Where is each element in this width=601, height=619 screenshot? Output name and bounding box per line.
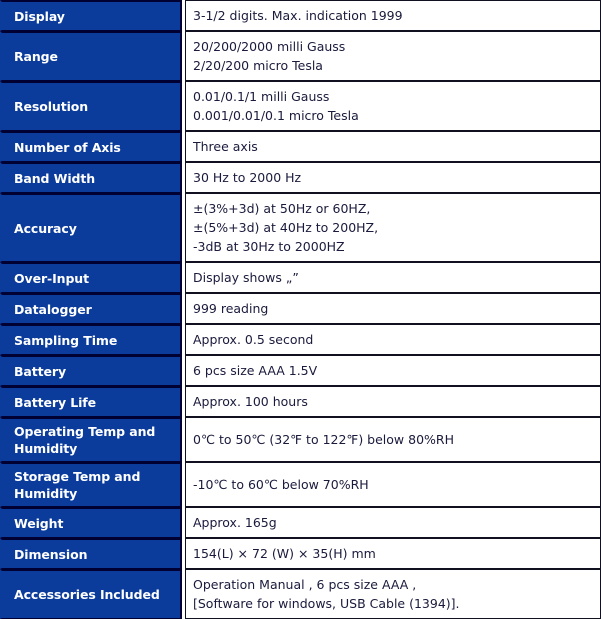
spec-value-cell: Approx. 165g (185, 507, 601, 538)
spec-value-line: 3-1/2 digits. Max. indication 1999 (193, 8, 403, 23)
spec-value-cell: 30 Hz to 2000 Hz (185, 162, 601, 193)
spec-value-line: 0.01/0.1/1 milli Gauss (193, 89, 330, 104)
spec-value-line: Display shows „” (193, 270, 299, 285)
spec-value-line: 30 Hz to 2000 Hz (193, 170, 302, 185)
spec-value-cell: Three axis (185, 131, 601, 162)
spec-row: Weight Approx. 165g (0, 507, 601, 538)
spec-value-line: 0.001/0.01/0.1 micro Tesla (193, 108, 359, 123)
spec-value-line: Three axis (193, 139, 258, 154)
spec-row: Display 3-1/2 digits. Max. indication 199… (0, 0, 601, 31)
spec-row: Resolution 0.01/0.1/1 milli Gauss 0.001/0.… (0, 81, 601, 131)
spec-label-cell: Weight (0, 507, 182, 538)
spec-row: Accessories Included Operation Manual , 6… (0, 569, 601, 619)
spec-label-cell: Dimension (0, 538, 182, 569)
spec-value-line: ±(3%+3d) at 50Hz or 60HZ, (193, 201, 371, 216)
spec-value-line: -10℃ to 60℃ below 70%RH (193, 477, 369, 492)
spec-row: Battery 6 pcs size AAA 1.5V (0, 355, 601, 386)
spec-label-cell: Battery (0, 355, 182, 386)
spec-value-cell: 3-1/2 digits. Max. indication 1999 (185, 0, 601, 31)
spec-row: Storage Temp and Humidity -10℃ to 60℃ bel… (0, 462, 601, 507)
spec-value-cell: Display shows „” (185, 262, 601, 293)
specifications-table: Display 3-1/2 digits. Max. indication 199… (0, 0, 601, 619)
spec-row: Sampling Time Approx. 0.5 second (0, 324, 601, 355)
spec-value-cell: ±(3%+3d) at 50Hz or 60HZ, ±(5%+3d) at 40H… (185, 193, 601, 262)
spec-row: Number of Axis Three axis (0, 131, 601, 162)
spec-value-line: Approx. 100 hours (193, 394, 308, 409)
spec-row: Over-Input Display shows „” (0, 262, 601, 293)
spec-label-cell: Resolution (0, 81, 182, 131)
spec-value-cell: 154(L) × 72 (W) × 35(H) mm (185, 538, 601, 569)
spec-value-cell: Operation Manual , 6 pcs size AAA , [Soft… (185, 569, 601, 619)
spec-value-cell: Approx. 0.5 second (185, 324, 601, 355)
spec-row: Dimension 154(L) × 72 (W) × 35(H) mm (0, 538, 601, 569)
spec-label-cell: Number of Axis (0, 131, 182, 162)
spec-value-line: 2/20/200 micro Tesla (193, 58, 323, 73)
spec-value-cell: -10℃ to 60℃ below 70%RH (185, 462, 601, 507)
spec-label-cell: Battery Life (0, 386, 182, 417)
spec-row: Battery Life Approx. 100 hours (0, 386, 601, 417)
spec-row: Operating Temp and Humidity 0℃ to 50℃ (32… (0, 417, 601, 462)
spec-value-line: Operation Manual , 6 pcs size AAA , (193, 577, 417, 592)
spec-value-line: 6 pcs size AAA 1.5V (193, 363, 318, 378)
spec-label-cell: Sampling Time (0, 324, 182, 355)
spec-value-line: Approx. 165g (193, 515, 277, 530)
spec-value-line: -3dB at 30Hz to 2000HZ (193, 239, 345, 254)
spec-label-cell: Band Width (0, 162, 182, 193)
spec-value-line: 154(L) × 72 (W) × 35(H) mm (193, 546, 376, 561)
spec-value-cell: 999 reading (185, 293, 601, 324)
spec-value-line: 999 reading (193, 301, 269, 316)
spec-label-cell: Range (0, 31, 182, 81)
spec-label-cell: Over-Input (0, 262, 182, 293)
spec-row: Range 20/200/2000 milli Gauss 2/20/200 mic… (0, 31, 601, 81)
spec-value-line: 0℃ to 50℃ (32℉ to 122℉) below 80%RH (193, 432, 454, 447)
spec-label-cell: Operating Temp and Humidity (0, 417, 182, 462)
spec-label-cell: Storage Temp and Humidity (0, 462, 182, 507)
spec-value-cell: Approx. 100 hours (185, 386, 601, 417)
spec-value-line: 20/200/2000 milli Gauss (193, 39, 346, 54)
spec-label-cell: Accuracy (0, 193, 182, 262)
spec-value-line: ±(5%+3d) at 40Hz to 200HZ, (193, 220, 379, 235)
spec-label-cell: Display (0, 0, 182, 31)
spec-row: Band Width 30 Hz to 2000 Hz (0, 162, 601, 193)
spec-row: Accuracy ±(3%+3d) at 50Hz or 60HZ, ±(5%+3d… (0, 193, 601, 262)
spec-row: Datalogger 999 reading (0, 293, 601, 324)
spec-value-cell: 0.01/0.1/1 milli Gauss 0.001/0.01/0.1 mic… (185, 81, 601, 131)
spec-value-cell: 6 pcs size AAA 1.5V (185, 355, 601, 386)
spec-value-line: [Software for windows, USB Cable (1394)]… (193, 596, 460, 611)
spec-label-cell: Datalogger (0, 293, 182, 324)
spec-label-cell: Accessories Included (0, 569, 182, 619)
spec-value-line: Approx. 0.5 second (193, 332, 314, 347)
spec-value-cell: 0℃ to 50℃ (32℉ to 122℉) below 80%RH (185, 417, 601, 462)
specifications-table-body: Display 3-1/2 digits. Max. indication 199… (0, 0, 601, 619)
spec-value-cell: 20/200/2000 milli Gauss 2/20/200 micro Te… (185, 31, 601, 81)
